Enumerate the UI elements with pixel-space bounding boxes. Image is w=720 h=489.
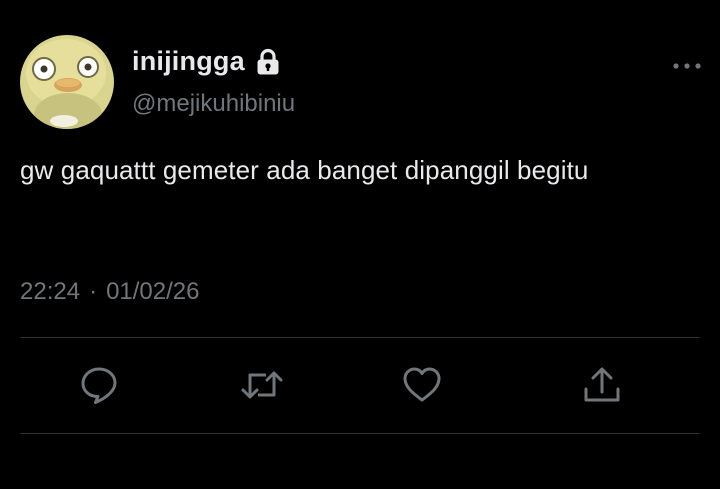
author-handle[interactable]: @mejikuhibiniu: [132, 90, 295, 118]
like-button[interactable]: [402, 365, 442, 405]
divider: [20, 433, 700, 434]
display-name: inijingga: [132, 46, 245, 76]
tweet-text: gw gaquattt gemeter ada banget dipanggil…: [20, 155, 589, 185]
reply-button[interactable]: [79, 365, 119, 405]
retweet-button[interactable]: [240, 365, 283, 405]
lock-icon: [255, 48, 281, 76]
avatar-image: [20, 35, 114, 129]
tweet-date[interactable]: 01/02/26: [106, 278, 199, 306]
share-icon: [584, 367, 620, 402]
tweet-meta: 22:24 · 01/02/26: [20, 278, 199, 306]
meta-separator: ·: [89, 278, 98, 305]
reply-icon: [81, 367, 117, 404]
author-name-row[interactable]: inijingga: [132, 46, 281, 77]
more-horizontal-icon[interactable]: [670, 56, 704, 76]
divider: [20, 337, 700, 338]
avatar[interactable]: [20, 35, 114, 129]
share-button[interactable]: [582, 365, 622, 405]
tweet-detail: inijingga @mejikuhibiniu gw gaquattt gem…: [0, 0, 720, 489]
heart-icon: [403, 367, 441, 402]
tweet-time[interactable]: 22:24: [20, 278, 80, 306]
retweet-icon: [241, 371, 283, 399]
